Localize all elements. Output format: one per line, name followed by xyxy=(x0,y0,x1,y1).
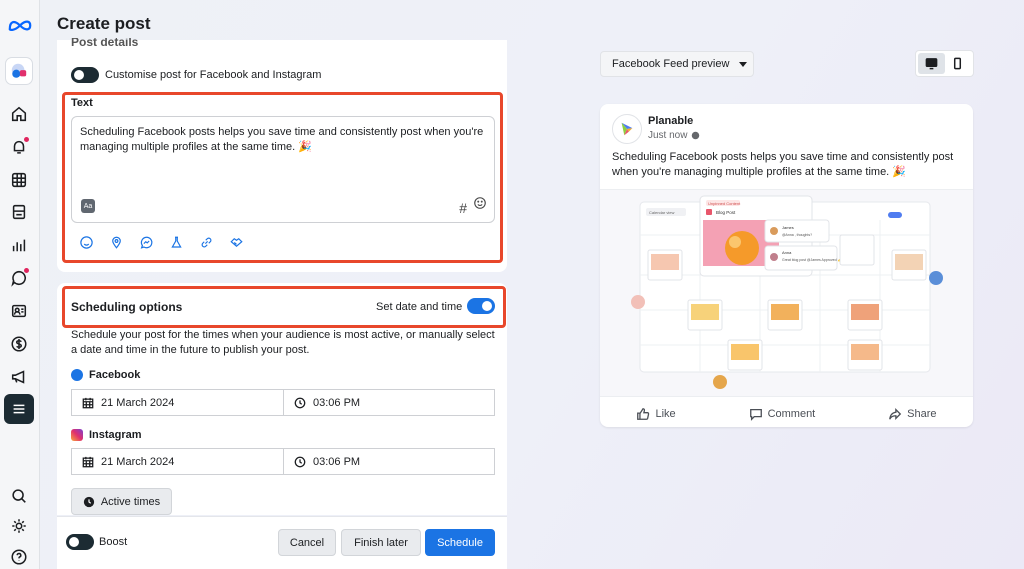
boost-toggle[interactable] xyxy=(66,534,94,550)
scheduling-highlight xyxy=(62,286,506,328)
clock-icon xyxy=(294,397,306,408)
instagram-time-value: 03:06 PM xyxy=(313,455,361,468)
preview-actions-bar: Like Comment Share xyxy=(600,400,973,427)
boost-label: Boost xyxy=(99,536,128,548)
svg-text:Calendar view: Calendar view xyxy=(649,210,674,215)
facebook-date-value: 21 March 2024 xyxy=(101,396,175,409)
globe-icon xyxy=(692,131,700,140)
meta-logo-icon[interactable] xyxy=(6,14,34,36)
facebook-icon xyxy=(71,369,83,381)
comment-action[interactable]: Comment xyxy=(749,407,815,421)
schedule-button[interactable]: Schedule xyxy=(425,529,495,556)
scheduling-description: Schedule your post for the times when yo… xyxy=(71,329,495,356)
device-toggle xyxy=(915,50,974,77)
preview-post-image: Calendar view Unpinned Content Blog Post… xyxy=(600,189,973,397)
clock-filled-icon xyxy=(83,496,94,507)
mobile-view-button[interactable] xyxy=(944,53,971,74)
left-navigation xyxy=(0,0,40,569)
cancel-button[interactable]: Cancel xyxy=(278,529,336,556)
text-section-highlight xyxy=(62,92,503,263)
calendar-icon xyxy=(82,456,94,467)
preview-post-text: Scheduling Facebook posts helps you save… xyxy=(612,151,954,178)
instagram-time-field[interactable]: 03:06 PM xyxy=(283,448,495,475)
settings-icon[interactable] xyxy=(8,515,30,537)
help-icon[interactable] xyxy=(8,546,30,568)
like-icon xyxy=(637,407,650,420)
post-details-title: Post details xyxy=(71,38,139,49)
facebook-time-value: 03:06 PM xyxy=(313,396,361,409)
active-times-label: Active times xyxy=(100,495,161,508)
instagram-icon xyxy=(71,429,83,441)
calendar-icon xyxy=(82,397,94,408)
svg-text:Anna: Anna xyxy=(782,250,792,255)
search-icon[interactable] xyxy=(8,485,30,507)
preview-page-name: Planable xyxy=(648,115,694,127)
instagram-date-value: 21 March 2024 xyxy=(101,455,175,468)
facebook-feed-preview: Planable Just now Scheduling Facebook po… xyxy=(600,104,973,427)
desktop-icon xyxy=(925,58,938,70)
messages-icon[interactable] xyxy=(8,267,30,289)
page-title: Create post xyxy=(57,14,151,33)
caret-down-icon xyxy=(739,61,748,67)
comment-icon xyxy=(749,408,762,421)
facebook-date-field[interactable]: 21 March 2024 xyxy=(71,389,284,416)
facebook-label: Facebook xyxy=(89,369,141,381)
menu-icon[interactable] xyxy=(4,394,34,424)
svg-text:Great blog post @James Approve: Great blog post @James Approved 👍 xyxy=(782,257,842,262)
svg-text:James: James xyxy=(782,225,794,230)
mobile-icon xyxy=(953,57,962,70)
contacts-icon[interactable] xyxy=(8,300,30,322)
footer-bar: Boost Cancel Finish later Schedule xyxy=(57,516,507,569)
instagram-date-field[interactable]: 21 March 2024 xyxy=(71,448,284,475)
finish-later-button[interactable]: Finish later xyxy=(341,529,421,556)
svg-text:Unpinned Content: Unpinned Content xyxy=(708,201,741,206)
active-times-button[interactable]: Active times xyxy=(71,488,172,515)
account-avatar-icon[interactable] xyxy=(5,57,33,85)
facebook-time-field[interactable]: 03:06 PM xyxy=(283,389,495,416)
svg-text:@Anna , thoughts?: @Anna , thoughts? xyxy=(782,233,812,237)
customise-label: Customise post for Facebook and Instagra… xyxy=(105,69,322,81)
svg-text:Blog Post: Blog Post xyxy=(716,210,736,215)
share-action[interactable]: Share xyxy=(888,407,937,421)
clock-icon xyxy=(294,456,306,467)
ads-icon[interactable] xyxy=(8,366,30,388)
grid-icon[interactable] xyxy=(8,169,30,191)
preview-timestamp: Just now xyxy=(648,130,700,141)
instagram-label: Instagram xyxy=(89,429,142,441)
planable-logo-icon xyxy=(612,114,642,144)
monetization-icon[interactable] xyxy=(8,333,30,355)
pages-icon[interactable] xyxy=(8,201,30,223)
home-icon[interactable] xyxy=(8,103,30,125)
planable-calendar-illustration: Calendar view Unpinned Content Blog Post… xyxy=(631,195,943,389)
customise-toggle[interactable] xyxy=(71,67,99,83)
desktop-view-button[interactable] xyxy=(918,53,945,74)
preview-selector-dropdown[interactable]: Facebook Feed preview xyxy=(600,51,754,77)
preview-selector-label: Facebook Feed preview xyxy=(612,58,730,70)
notifications-icon[interactable] xyxy=(8,136,30,158)
like-action[interactable]: Like xyxy=(636,407,676,421)
insights-icon[interactable] xyxy=(8,234,30,256)
share-icon xyxy=(889,407,902,420)
